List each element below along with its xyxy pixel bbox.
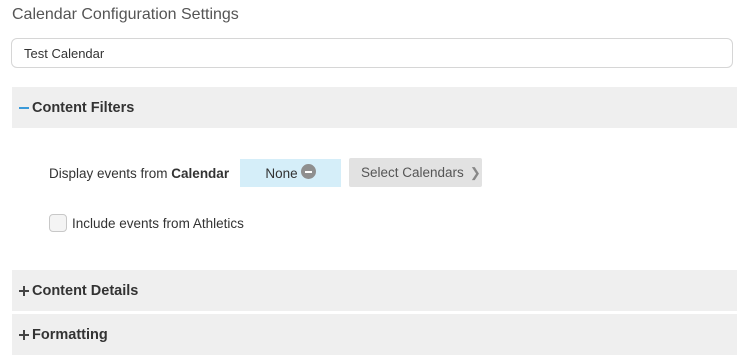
select-calendars-button[interactable]: Select Calendars ❯ bbox=[349, 158, 482, 187]
display-prefix: Display events from bbox=[49, 165, 172, 181]
display-events-label: Display events from Calendar bbox=[49, 159, 229, 187]
include-athletics-checkbox[interactable] bbox=[49, 214, 67, 232]
display-source: Calendar bbox=[171, 165, 230, 181]
collapse-icon bbox=[18, 101, 32, 115]
select-calendars-label: Select Calendars bbox=[361, 165, 464, 180]
expand-icon bbox=[18, 284, 32, 298]
expand-icon bbox=[18, 328, 32, 342]
section-header-content-filters[interactable]: Content Filters bbox=[12, 87, 737, 128]
page-title: Calendar Configuration Settings bbox=[12, 6, 239, 23]
selected-calendar-chip[interactable]: None bbox=[240, 159, 341, 187]
content-filters-panel bbox=[12, 128, 737, 270]
calendar-name-input[interactable] bbox=[11, 38, 733, 68]
section-label-content-details: Content Details bbox=[32, 282, 139, 299]
section-header-content-details[interactable]: Content Details bbox=[12, 270, 737, 311]
include-athletics-label[interactable]: Include events from Athletics bbox=[72, 216, 244, 231]
remove-icon[interactable] bbox=[300, 163, 316, 179]
section-label-formatting: Formatting bbox=[32, 326, 108, 343]
section-header-formatting[interactable]: Formatting bbox=[12, 314, 737, 355]
section-label-content-filters: Content Filters bbox=[32, 99, 135, 116]
include-athletics-row: Include events from Athletics bbox=[49, 213, 244, 233]
chevron-right-icon: ❯ bbox=[469, 164, 481, 180]
selected-calendar-value: None bbox=[265, 165, 298, 181]
